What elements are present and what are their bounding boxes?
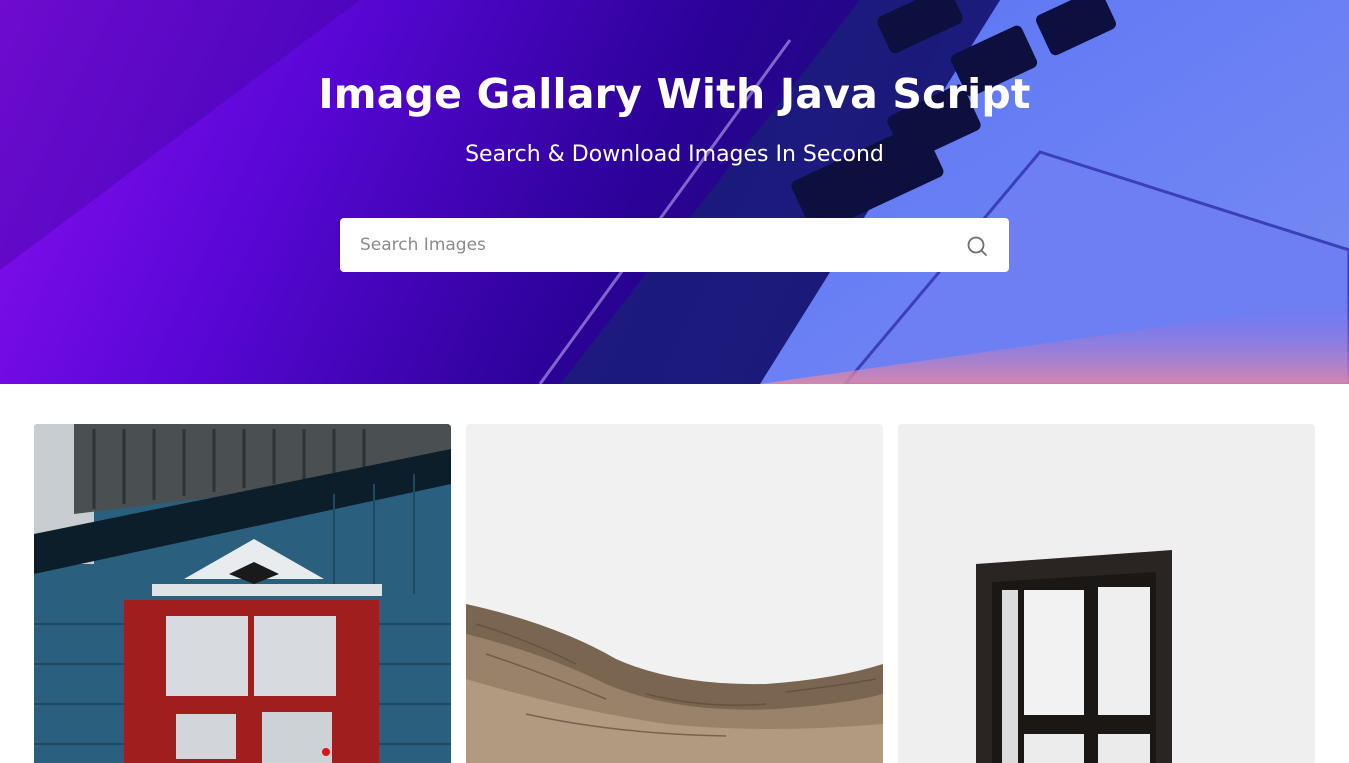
page-subtitle: Search & Download Images In Second	[465, 142, 884, 167]
hero-content: Image Gallary With Java Script Search & …	[0, 0, 1349, 384]
gallery-image-window[interactable]	[898, 424, 1315, 763]
hero-banner: Image Gallary With Java Script Search & …	[0, 0, 1349, 384]
page-title: Image Gallary With Java Script	[318, 70, 1031, 118]
search-input[interactable]	[340, 218, 960, 272]
gallery-image-house[interactable]	[34, 424, 451, 763]
search-box	[340, 218, 1009, 272]
gallery-image-canyon[interactable]	[466, 424, 883, 763]
search-icon[interactable]	[966, 235, 988, 257]
canyon-image	[466, 424, 883, 763]
window-image	[898, 424, 1315, 763]
image-gallery	[0, 424, 1349, 763]
house-image	[34, 424, 451, 763]
